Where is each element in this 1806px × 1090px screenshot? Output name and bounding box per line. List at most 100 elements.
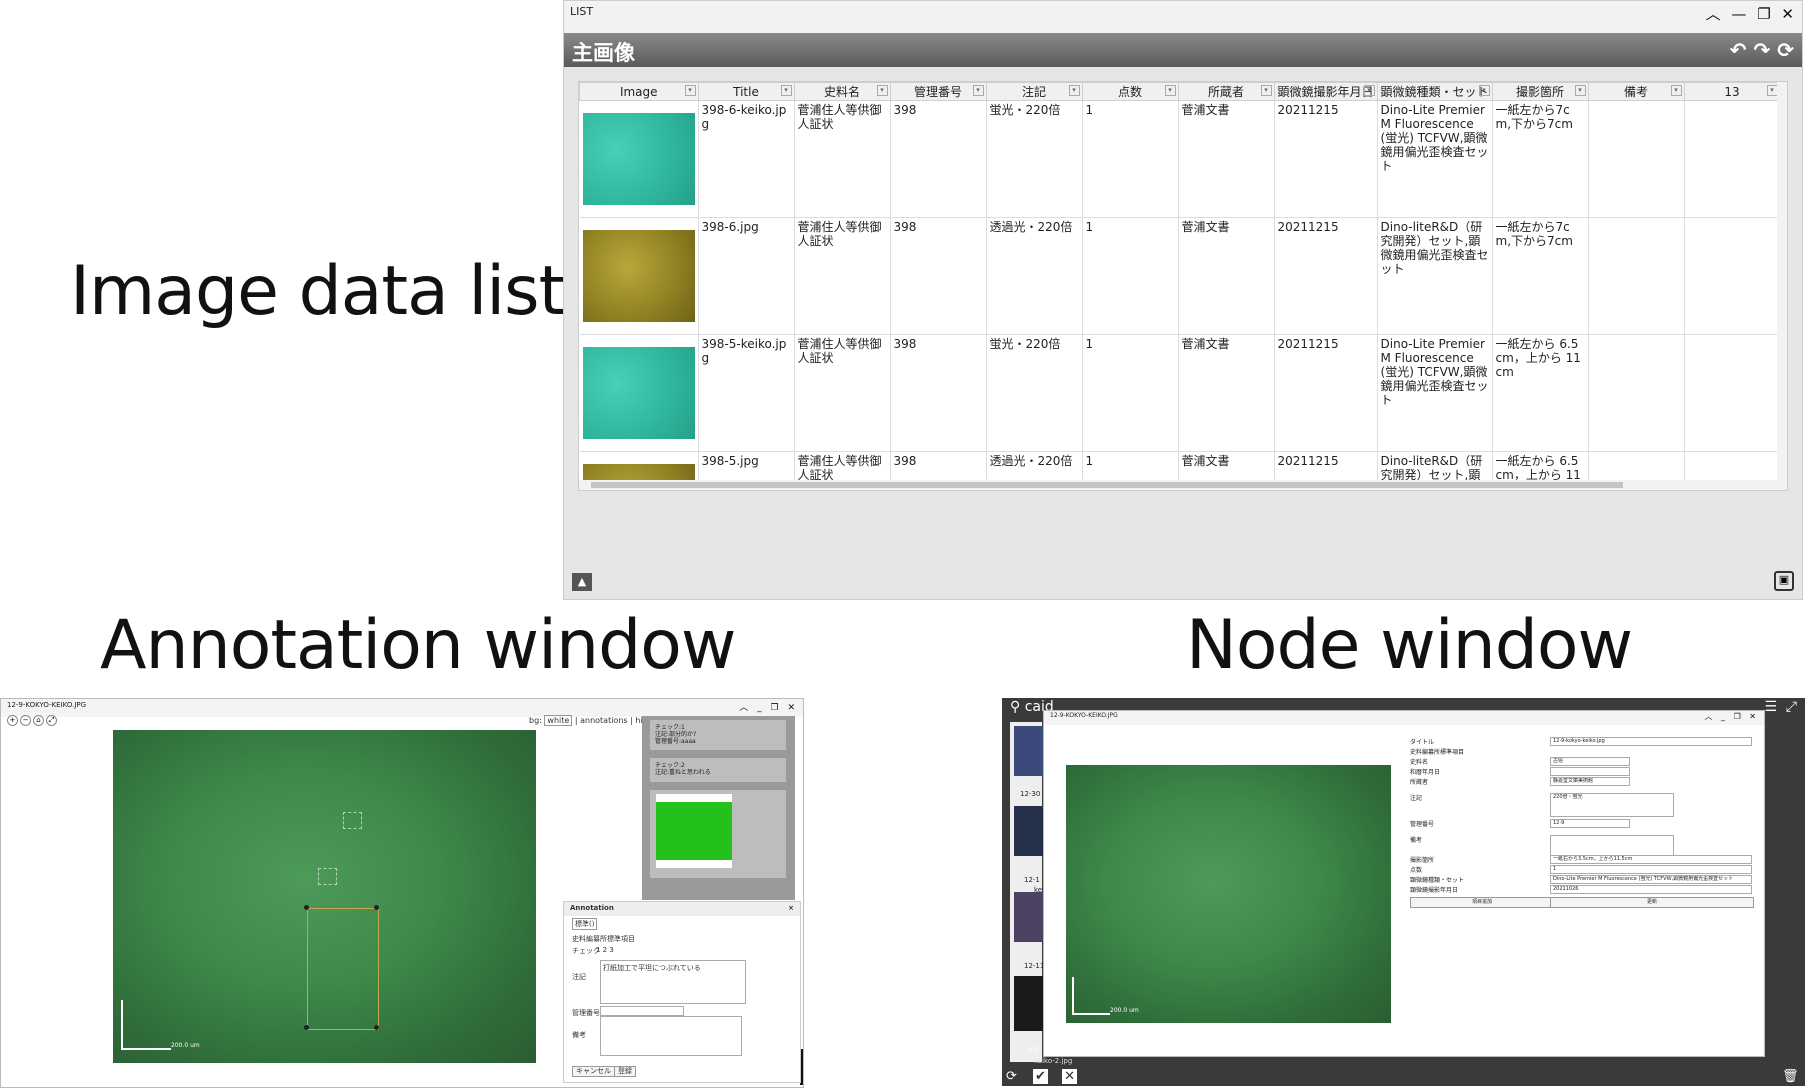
minimize-icon[interactable]: _ (757, 703, 762, 713)
table-cell-shozo[interactable]: 菅浦文書 (1178, 334, 1275, 452)
filter-icon[interactable]: ▾ (1068, 85, 1080, 96)
table-cell-chuki[interactable]: 蛍光・220倍 (986, 334, 1083, 452)
biko-field[interactable] (600, 1016, 742, 1056)
node-form-field[interactable]: 静嘉堂文庫美術館 (1550, 777, 1630, 786)
thumbnail-image[interactable] (582, 347, 695, 439)
table-cell-kanri[interactable]: 398 (890, 100, 987, 218)
table-cell-empty[interactable] (1588, 334, 1685, 452)
scrollbar-thumb[interactable] (591, 482, 1623, 488)
register-button[interactable]: 登録 (614, 1066, 636, 1077)
table-cell-tensu[interactable]: 1 (1082, 100, 1179, 218)
image-cell[interactable] (579, 100, 699, 218)
annotation-region[interactable] (343, 812, 362, 829)
node-image[interactable]: 200.0 um (1066, 765, 1391, 1023)
table-cell-basho[interactable]: 一紙左から7cm,下から7cm (1492, 217, 1589, 335)
minimize-icon[interactable]: _ (1721, 712, 1725, 721)
column-header[interactable]: 史料名 ▾ (793, 82, 891, 101)
node-form-field[interactable] (1550, 767, 1630, 776)
column-header[interactable]: 撮影箇所 ▾ (1491, 82, 1589, 101)
table-cell-shiryo[interactable]: 菅浦住人等供御人証状 (794, 100, 891, 218)
table-cell-title[interactable]: 398-6-keiko.jpg (698, 100, 795, 218)
column-header[interactable]: 所蔵者 ▾ (1177, 82, 1275, 101)
zoom-out-icon[interactable]: − (20, 715, 31, 726)
thumbnail[interactable] (1014, 892, 1046, 942)
table-cell-chuki[interactable]: 透過光・220倍 (986, 217, 1083, 335)
table-cell-kenbikyo[interactable]: Dino-Lite Premier M Fluorescence (蛍光) TC… (1377, 334, 1493, 452)
note-field[interactable]: 打紙加工で平坦につぶれている (600, 960, 746, 1004)
table-cell-shozo[interactable]: 菅浦文書 (1178, 217, 1275, 335)
reload-icon[interactable]: ⟳ (1777, 38, 1794, 62)
check-options[interactable]: 1 2 3 (596, 946, 614, 954)
close-icon[interactable]: ✕ (1062, 1069, 1077, 1084)
thumbnail-image[interactable] (582, 230, 695, 322)
filter-icon[interactable]: ▾ (972, 85, 984, 96)
image-cell[interactable] (579, 334, 699, 452)
close-icon[interactable]: ✕ (1781, 5, 1794, 23)
table-cell-empty[interactable] (1588, 100, 1685, 218)
undo-icon[interactable]: ↶ (1730, 38, 1747, 62)
node-form-field[interactable]: 一紙右から3.5cm，上から11.5cm (1550, 855, 1752, 864)
table-cell-title[interactable]: 398-6.jpg (698, 217, 795, 335)
close-icon[interactable]: ✕ (787, 703, 795, 713)
table-cell-date[interactable]: 20211215 (1274, 334, 1378, 452)
collapse-icon[interactable]: ︿ (1706, 3, 1721, 24)
annotation-image[interactable]: 200.0 um (113, 730, 536, 1063)
thumbnail-image[interactable] (582, 113, 695, 205)
table-cell-empty[interactable] (1588, 217, 1685, 335)
home-icon[interactable]: ⌂ (33, 715, 44, 726)
pin-icon[interactable]: ⚲ (1010, 699, 1020, 715)
column-header[interactable]: 注記 ▾ (985, 82, 1083, 101)
fullscreen-icon[interactable]: ⤢ (46, 715, 57, 726)
vertical-scrollbar[interactable] (1777, 82, 1787, 490)
column-header[interactable]: Title ▾ (697, 82, 795, 101)
filter-icon[interactable]: ▾ (1766, 85, 1778, 96)
annotation-card[interactable]: チェック:1 注記:部分的か? 管理番号:aaaa (650, 720, 786, 750)
table-cell-empty[interactable] (1684, 217, 1781, 335)
node-form-field[interactable]: 12-9-kokyo-keiko.jpg (1550, 737, 1752, 746)
filter-icon[interactable]: ▾ (1478, 85, 1490, 96)
selection-handle[interactable] (304, 1025, 309, 1030)
node-form-field[interactable]: 古俗 (1550, 757, 1630, 766)
selection-handle[interactable] (304, 905, 309, 910)
table-cell-shozo[interactable]: 菅浦文書 (1178, 100, 1275, 218)
filter-icon[interactable]: ▾ (1670, 85, 1682, 96)
filter-icon[interactable]: ▾ (876, 85, 888, 96)
column-header[interactable]: 13 ▾ (1683, 82, 1781, 101)
expand-icon[interactable]: ⤢ (1786, 698, 1797, 716)
selection-handle[interactable] (374, 905, 379, 910)
table-cell-shiryo[interactable]: 菅浦住人等供御人証状 (794, 334, 891, 452)
node-form-field[interactable]: 220倍・蛍光 (1550, 793, 1674, 817)
filter-icon[interactable]: ▾ (780, 85, 792, 96)
table-cell-tensu[interactable]: 1 (1082, 334, 1179, 452)
table-cell-tensu[interactable]: 1 (1082, 217, 1179, 335)
annotation-preview-card[interactable] (650, 790, 786, 878)
zoom-in-icon[interactable]: + (7, 715, 18, 726)
column-header[interactable]: 管理番号 ▾ (889, 82, 987, 101)
table-row[interactable]: 398-5-keiko.jpg 菅浦住人等供御人証状 398 蛍光・220倍 1 菅浦文書… (579, 334, 1781, 452)
column-header[interactable]: Image ▾ (579, 82, 699, 101)
restore-icon[interactable]: ❐ (1757, 5, 1770, 23)
add-item-button[interactable]: 項目追加 (1410, 897, 1554, 908)
table-cell-kanri[interactable]: 398 (890, 217, 987, 335)
filter-icon[interactable]: ▾ (684, 85, 696, 96)
table-cell-basho[interactable]: 一紙左から 6.5cm，上から 11cm (1492, 334, 1589, 452)
restore-icon[interactable]: ❐ (1734, 712, 1741, 721)
table-cell-chuki[interactable]: 蛍光・220倍 (986, 100, 1083, 218)
node-form-field[interactable]: Dino-Lite Premier M Fluorescence (蛍光) TC… (1550, 875, 1752, 884)
refresh-icon[interactable]: ⟳ (1006, 1069, 1017, 1084)
table-cell-empty[interactable] (1684, 334, 1781, 452)
redo-icon[interactable]: ↷ (1754, 38, 1771, 62)
list-view-icon[interactable]: ☰ (1764, 698, 1777, 716)
horizontal-scrollbar[interactable] (579, 480, 1787, 490)
table-cell-kanri[interactable]: 398 (890, 334, 987, 452)
selected-annotation-region[interactable] (307, 908, 379, 1030)
annotation-card[interactable]: チェック:2 注記:重ねと思われる (650, 758, 786, 782)
node-form-field[interactable]: 12-9 (1550, 819, 1630, 828)
filter-icon[interactable]: ▾ (1363, 85, 1375, 96)
image-cell[interactable] (579, 217, 699, 335)
thumbnail[interactable] (1014, 726, 1046, 776)
trash-icon[interactable]: 🗑 (1782, 1069, 1799, 1084)
node-form-field[interactable]: 1 (1550, 865, 1752, 874)
kanri-field[interactable] (600, 1006, 684, 1016)
table-cell-date[interactable]: 20211215 (1274, 217, 1378, 335)
